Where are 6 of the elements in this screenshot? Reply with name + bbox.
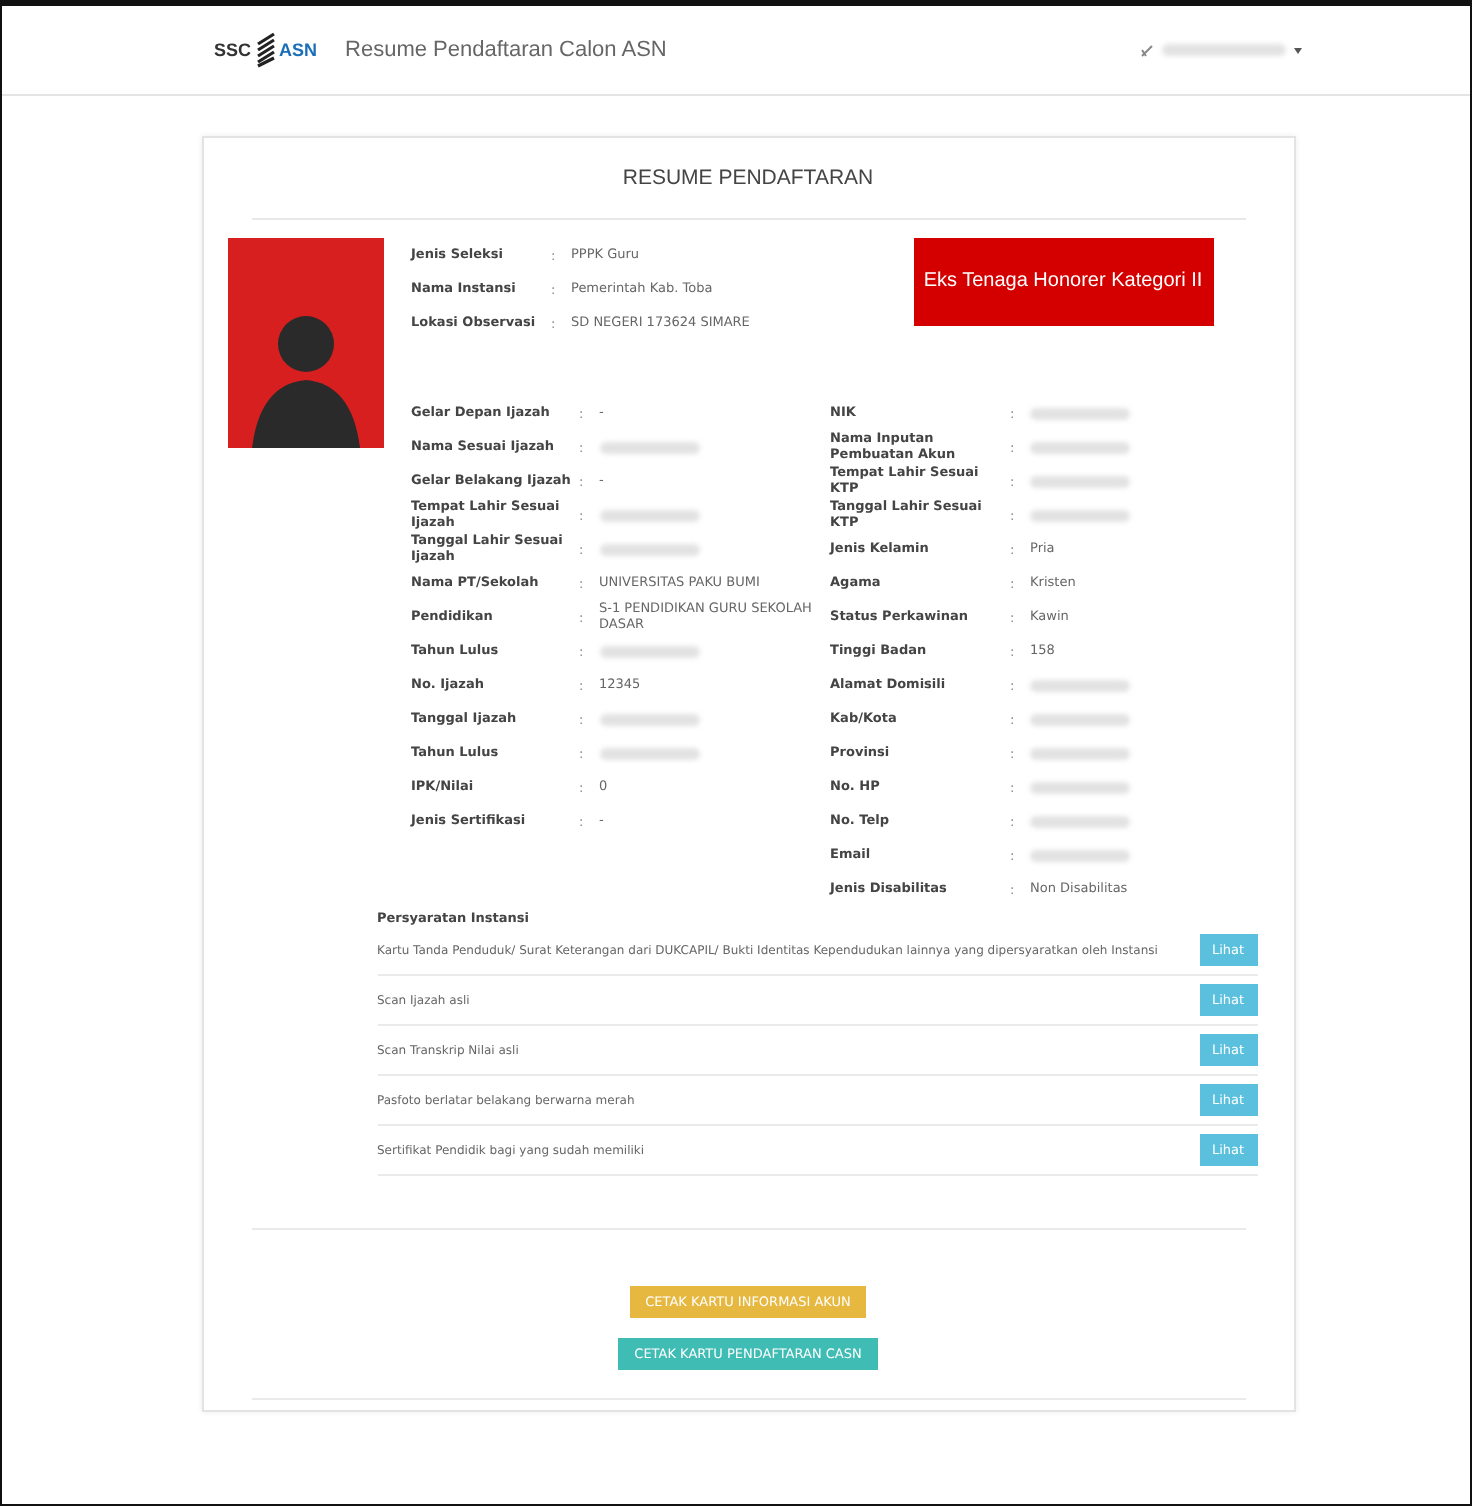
category-badge: Eks Tenaga Honorer Kategori II [913,238,1213,326]
page-title: Resume Pendaftaran Calon ASN [345,38,667,62]
caret-icon [1294,47,1302,53]
card-title: RESUME PENDAFTARAN [251,138,1245,220]
user-menu[interactable] [1140,43,1302,57]
logo: SSC ASN [214,32,318,68]
